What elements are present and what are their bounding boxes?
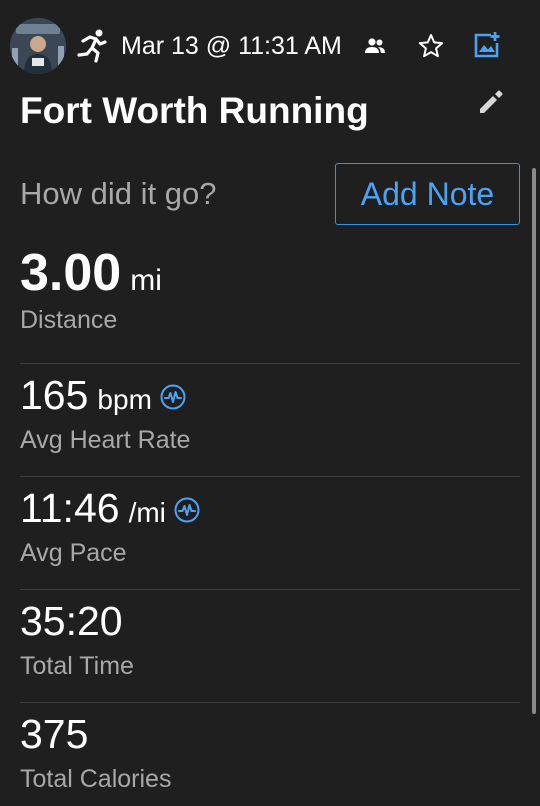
stat-unit: /mi <box>128 497 166 528</box>
divider <box>20 589 520 590</box>
stat-value: 375 <box>20 711 89 757</box>
activity-title: Fort Worth Running <box>20 90 369 131</box>
heart-rate-icon[interactable] <box>174 497 200 523</box>
running-icon <box>72 27 110 65</box>
stat-value: 3.00 <box>20 244 122 302</box>
stat-value: 35:20 <box>20 598 123 644</box>
activity-header: Mar 13 @ 11:31 AM <box>0 0 540 94</box>
stat-label: Total Time <box>20 652 134 680</box>
stat-avg-pace: 11:46 /mi Avg Pace <box>20 484 520 568</box>
pencil-icon[interactable] <box>477 88 505 116</box>
scrollbar[interactable] <box>532 168 536 714</box>
add-photo-icon[interactable] <box>473 31 501 59</box>
stat-avg-heart-rate: 165 bpm Avg Heart Rate <box>20 371 520 455</box>
stat-label: Total Calories <box>20 765 172 793</box>
add-note-button[interactable]: Add Note <box>335 163 520 225</box>
stat-total-calories: 375 Total Calories <box>20 710 520 794</box>
stat-value: 11:46 <box>20 485 120 531</box>
stat-total-time: 35:20 Total Time <box>20 597 520 681</box>
heart-rate-icon[interactable] <box>160 384 186 410</box>
divider <box>20 476 520 477</box>
divider <box>20 363 520 364</box>
stat-label: Avg Pace <box>20 539 127 567</box>
divider <box>20 702 520 703</box>
stat-distance: 3.00 mi Distance <box>20 244 520 335</box>
note-prompt: How did it go? <box>20 176 217 211</box>
stat-label: Avg Heart Rate <box>20 426 191 454</box>
stat-unit: bpm <box>97 384 152 415</box>
stat-label: Distance <box>20 306 118 334</box>
stat-value: 165 <box>20 372 89 418</box>
activity-date: Mar 13 @ 11:31 AM <box>121 32 342 60</box>
stat-unit: mi <box>130 264 162 297</box>
star-outline-icon[interactable] <box>418 33 444 59</box>
user-avatar[interactable] <box>10 18 66 74</box>
people-icon[interactable] <box>364 36 386 56</box>
